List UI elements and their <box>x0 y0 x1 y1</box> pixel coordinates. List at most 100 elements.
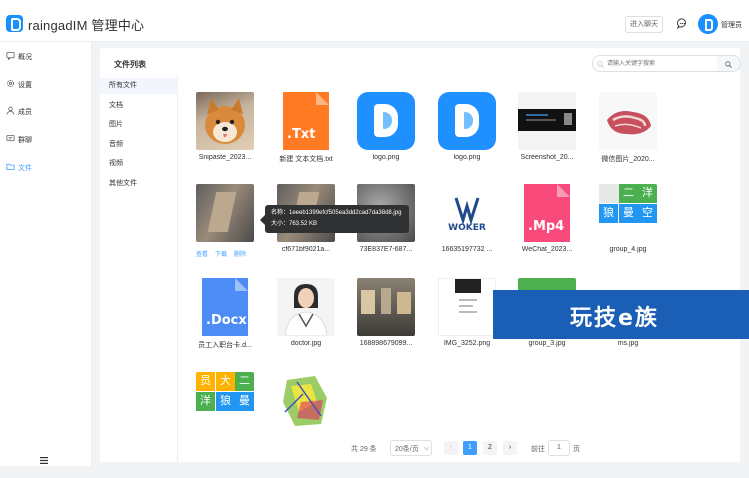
sidebar-item-overview[interactable]: 概况 <box>0 48 92 64</box>
chat-bubble-icon <box>6 51 15 60</box>
sidebar-item-members[interactable]: 成员 <box>0 103 92 119</box>
category-documents[interactable]: 文档 <box>100 98 178 114</box>
page-size-select[interactable]: 20条/页 <box>390 440 432 456</box>
app-title: raingadIM 管理中心 <box>28 18 145 33</box>
sidebar-item-files[interactable]: 文件 <box>0 159 92 175</box>
file-name: group_3.jpg <box>528 340 566 347</box>
file-thumbnail <box>196 92 254 150</box>
file-thumbnail <box>357 278 415 336</box>
file-tile[interactable]: .Mp4 WeChat_2023... <box>507 178 579 264</box>
next-page-button[interactable]: › <box>503 441 517 455</box>
jump-to-page-input[interactable]: 1 <box>548 440 570 456</box>
sidebar-item-group-chat[interactable]: 群聊 <box>0 131 92 147</box>
search-input[interactable] <box>607 59 715 69</box>
page-size-value: 20条/页 <box>395 446 419 453</box>
file-thumbnail <box>277 372 335 430</box>
top-header: raingadIM 管理中心 进入聊天 管理员 <box>0 0 749 42</box>
file-name: 168898679099... <box>359 340 413 347</box>
sidebar-item-label: 成员 <box>18 109 32 116</box>
file-thumbnail: WOKER <box>438 184 496 242</box>
svg-text:WOKER: WOKER <box>448 223 486 233</box>
category-audio[interactable]: 音频 <box>100 137 178 153</box>
file-thumbnail <box>518 92 576 150</box>
category-images[interactable]: 图片 <box>100 117 178 133</box>
app-logo-icon <box>6 15 23 32</box>
folder-icon <box>6 163 15 171</box>
txt-file-icon: .Txt <box>283 92 329 150</box>
search-button[interactable] <box>717 55 741 72</box>
admin-name[interactable]: 管理员 <box>721 20 742 30</box>
group-chat-icon <box>6 134 15 142</box>
page-button-2[interactable]: 2 <box>483 441 497 455</box>
file-tile[interactable]: .Docx 员工入职台卡.d... <box>185 272 257 358</box>
file-name: 微信图片_2020... <box>601 156 655 163</box>
file-ext-label: .Docx <box>206 313 247 328</box>
file-name: logo.png <box>453 154 481 161</box>
file-tile[interactable]: 员 大 二 洋 狼 曼 <box>185 366 257 452</box>
view-file-link[interactable]: 查看 <box>196 252 208 258</box>
category-other[interactable]: 其他文件 <box>100 176 178 192</box>
file-tile[interactable]: WOKER 16635197732 ... <box>427 178 499 264</box>
collapse-menu-icon[interactable] <box>40 457 48 464</box>
search-box[interactable] <box>592 55 718 72</box>
sidebar-item-label: 群聊 <box>18 137 32 144</box>
file-tile[interactable]: 168898679099... <box>346 272 418 358</box>
file-name: Snipaste_2023... <box>198 154 252 161</box>
file-tile-hovered[interactable]: 查看 下载 删除 <box>185 178 257 264</box>
delete-file-link[interactable]: 删除 <box>234 252 246 258</box>
file-thumbnail <box>438 278 496 336</box>
enter-chat-button[interactable]: 进入聊天 <box>625 16 663 33</box>
file-tile[interactable]: doctor.jpg <box>266 272 338 358</box>
tooltip-file-size: 大小：763.52 KB <box>271 221 318 227</box>
file-tile[interactable]: logo.png <box>427 86 499 172</box>
watermark-banner: 玩技e族 <box>493 290 749 339</box>
file-name: IMG_3252.png <box>443 340 491 347</box>
file-tile[interactable] <box>266 366 338 452</box>
file-tile[interactable]: logo.png <box>346 86 418 172</box>
search-icon <box>597 61 604 68</box>
page-suffix-label: 页 <box>573 446 580 453</box>
prev-page-button[interactable]: ‹ <box>444 441 458 455</box>
file-thumbnail: 员 大 二 洋 狼 曼 <box>196 372 254 430</box>
sidebar-item-label: 设置 <box>18 82 32 89</box>
file-thumbnail <box>277 278 335 336</box>
file-ext-label: .Mp4 <box>528 219 565 234</box>
file-ext-label: .Txt <box>287 127 316 142</box>
file-thumbnail: 二 洋 狼 曼 空 <box>599 184 657 242</box>
file-tile[interactable]: Snipaste_2023... <box>185 86 257 172</box>
video-file-icon: .Mp4 <box>524 184 570 242</box>
sidebar: 概况 设置 成员 群聊 文件 <box>0 42 92 466</box>
docx-file-icon: .Docx <box>202 278 248 336</box>
file-tile[interactable]: 二 洋 狼 曼 空 group_4.jpg <box>588 178 660 264</box>
app-logo-thumbnail <box>438 92 496 150</box>
jump-to-label: 前往 <box>531 446 545 453</box>
sidebar-item-label: 文件 <box>18 165 32 172</box>
page-button-1[interactable]: 1 <box>463 441 477 455</box>
file-info-tooltip: 名称：1eeeb1399efcf505ea3dd2cad7da38d8.jpg … <box>260 205 409 233</box>
file-tile[interactable]: 微信图片_2020... <box>588 86 660 172</box>
tooltip-file-name: 名称：1eeeb1399efcf505ea3dd2cad7da38d8.jpg <box>271 210 402 216</box>
file-name: logo.png <box>372 154 400 161</box>
category-list: 所有文件 文档 图片 音频 视频 其他文件 <box>100 74 178 462</box>
file-thumbnail <box>599 92 657 150</box>
message-icon[interactable] <box>677 18 688 29</box>
sidebar-item-label: 概况 <box>18 54 32 61</box>
file-name: ms.jpg <box>617 340 639 347</box>
file-name: 73E837E7-687... <box>359 246 413 253</box>
download-file-link[interactable]: 下载 <box>215 252 227 258</box>
file-tile[interactable]: IMG_3252.png <box>427 272 499 358</box>
file-list-title: 文件列表 <box>114 60 146 69</box>
category-video[interactable]: 视频 <box>100 156 178 172</box>
gear-icon <box>7 80 14 87</box>
file-name: Screenshot_20... <box>520 154 574 161</box>
file-tile[interactable]: Screenshot_20... <box>507 86 579 172</box>
sidebar-item-settings[interactable]: 设置 <box>0 76 92 92</box>
file-name: 新建 文本文档.txt <box>279 156 333 163</box>
file-tile[interactable]: .Txt 新建 文本文档.txt <box>266 86 338 172</box>
chevron-down-icon <box>424 447 429 451</box>
admin-avatar[interactable] <box>698 14 718 34</box>
category-all[interactable]: 所有文件 <box>100 78 178 94</box>
file-name: WeChat_2023... <box>521 246 573 253</box>
file-name: group_4.jpg <box>609 246 647 253</box>
watermark-text: 玩技e族 <box>570 306 659 331</box>
